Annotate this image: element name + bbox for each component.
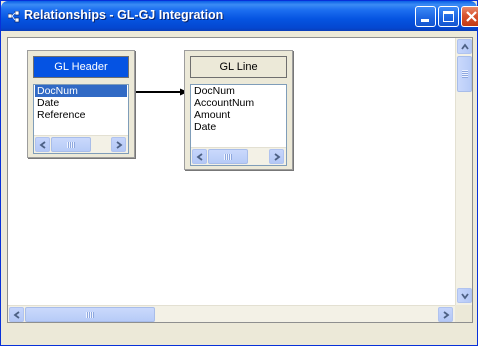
field-list-gl-line[interactable]: DocNum AccountNum Amount Date [190, 84, 287, 166]
scroll-right-button[interactable] [111, 137, 126, 152]
chevron-right-icon [443, 311, 450, 319]
minimize-button[interactable] [415, 6, 436, 27]
table-header-gl-line[interactable]: GL Line [190, 56, 287, 78]
field-list-hscrollbar[interactable] [191, 147, 286, 165]
chevron-down-icon [461, 293, 469, 300]
scroll-left-button[interactable] [35, 137, 50, 152]
title-bar[interactable]: Relationships - GL-GJ Integration [1, 1, 478, 31]
maximize-button[interactable] [438, 6, 459, 27]
scroll-down-button[interactable] [457, 288, 472, 303]
scroll-thumb[interactable] [51, 137, 91, 152]
canvas-hscrollbar[interactable] [8, 305, 455, 322]
horizontal-scroll-thumb[interactable] [25, 307, 155, 322]
chevron-right-icon [116, 141, 123, 149]
scrollbar-corner [455, 305, 472, 322]
chevron-left-icon [196, 153, 203, 161]
chevron-right-icon [274, 153, 281, 161]
maximize-icon [443, 11, 454, 22]
window-title: Relationships - GL-GJ Integration [24, 8, 224, 22]
field-list-hscrollbar[interactable] [34, 135, 128, 153]
field-item[interactable]: Date [34, 97, 128, 109]
chevron-left-icon [13, 311, 20, 319]
chevron-left-icon [39, 141, 46, 149]
scroll-right-button[interactable] [438, 307, 453, 322]
relationships-window: Relationships - GL-GJ Integration GL Hea… [0, 0, 478, 346]
scroll-right-button[interactable] [269, 149, 284, 164]
table-gl-header[interactable]: GL Header DocNum Date Reference [27, 50, 135, 158]
scroll-left-button[interactable] [9, 307, 24, 322]
scroll-up-button[interactable] [457, 39, 472, 54]
chevron-up-icon [461, 43, 469, 50]
field-item[interactable]: Amount [191, 109, 286, 121]
field-item[interactable]: DocNum [35, 85, 127, 97]
relationships-canvas[interactable]: GL Header DocNum Date Reference GL Line [7, 37, 473, 323]
field-item[interactable]: AccountNum [191, 97, 286, 109]
scroll-left-button[interactable] [192, 149, 207, 164]
vertical-scroll-thumb[interactable] [457, 56, 472, 92]
field-item[interactable]: DocNum [191, 85, 286, 97]
field-item[interactable]: Date [191, 121, 286, 133]
close-button[interactable] [461, 6, 478, 27]
canvas-vscrollbar[interactable] [455, 38, 472, 305]
close-icon [466, 11, 477, 22]
scroll-thumb[interactable] [208, 149, 248, 164]
relationships-app-icon [8, 11, 20, 23]
table-gl-line[interactable]: GL Line DocNum AccountNum Amount Date [184, 50, 293, 170]
field-item[interactable]: Reference [34, 109, 128, 121]
table-header-gl-header[interactable]: GL Header [33, 56, 129, 78]
field-list-gl-header[interactable]: DocNum Date Reference [33, 84, 129, 154]
minimize-icon [421, 19, 429, 22]
